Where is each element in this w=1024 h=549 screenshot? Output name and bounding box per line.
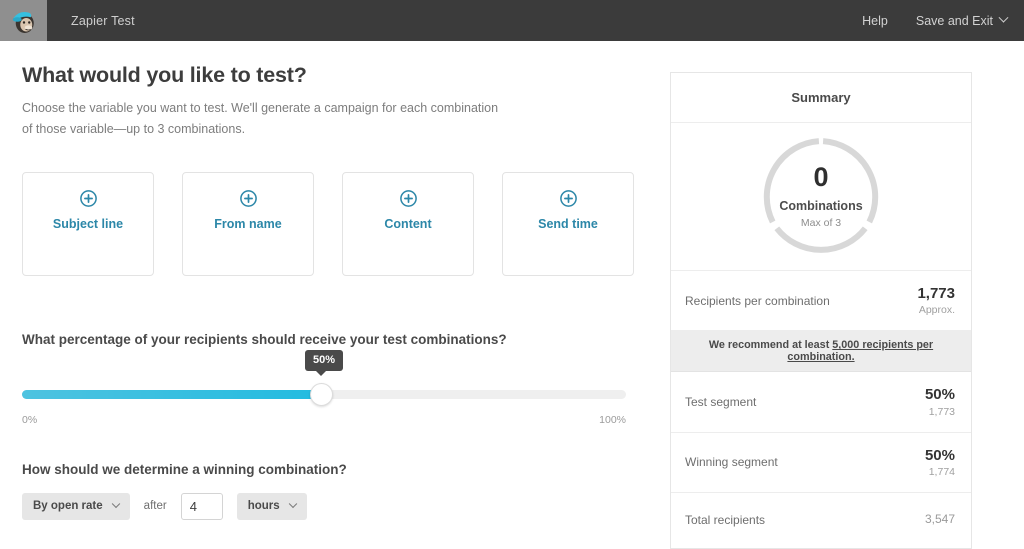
help-label: Help xyxy=(862,13,888,28)
duration-input[interactable] xyxy=(180,492,223,520)
plus-circle-icon xyxy=(399,189,417,207)
summary-panel: Summary 0 Combinations Max of 3 Recipien… xyxy=(670,72,972,549)
combinations-caption: Combinations xyxy=(779,199,863,213)
summary-row-label: Recipients per combination xyxy=(685,293,830,308)
save-and-exit-menu[interactable]: Save and Exit xyxy=(915,12,1009,28)
summary-row-label: Test segment xyxy=(685,394,757,409)
app-title: Zapier Test xyxy=(71,13,135,28)
winner-controls: By open rate after hours xyxy=(22,492,642,520)
summary-row-value: 3,547 xyxy=(924,512,955,527)
plus-circle-icon xyxy=(559,189,577,207)
after-label: after xyxy=(143,500,167,512)
variable-card-label: Content xyxy=(384,216,432,231)
winner-question: How should we determine a winning combin… xyxy=(22,461,347,477)
summary-row-subvalue: 1,774 xyxy=(928,465,955,478)
plus-circle-icon xyxy=(79,189,97,207)
help-link[interactable]: Help xyxy=(862,14,888,28)
variable-card-subject-line[interactable]: Subject line xyxy=(22,171,154,276)
summary-row-value: 50% xyxy=(924,386,955,404)
variable-card-send-time[interactable]: Send time xyxy=(502,171,634,276)
summary-row-value: 1,773 xyxy=(917,285,955,302)
summary-row-subvalue: 1,773 xyxy=(928,405,955,418)
summary-row-test-segment: Test segment 50% 1,773 xyxy=(671,372,971,433)
variable-card-label: From name xyxy=(214,216,282,231)
page-title: What would you like to test? xyxy=(22,63,307,87)
slider-track-fill xyxy=(22,389,324,399)
variable-card-label: Send time xyxy=(538,216,598,231)
top-bar: Zapier Test Help Save and Exit xyxy=(0,0,1024,41)
variable-card-content[interactable]: Content xyxy=(342,171,474,276)
combinations-donut: 0 Combinations Max of 3 xyxy=(671,123,971,271)
chevron-down-icon xyxy=(288,499,297,509)
top-bar-actions: Help Save and Exit xyxy=(862,12,1024,28)
save-and-exit-label: Save and Exit xyxy=(915,13,993,28)
slider-scale: 0% 100% xyxy=(22,414,626,426)
recommendation-banner: We recommend at least 5,000 recipients p… xyxy=(671,331,971,373)
percentage-question: What percentage of your recipients shoul… xyxy=(22,331,507,347)
duration-unit-value: hours xyxy=(247,500,280,512)
variable-cards: Subject line From name Content Send time xyxy=(22,171,642,276)
main-content: What would you like to test? Choose the … xyxy=(22,63,642,520)
slider-min-label: 0% xyxy=(22,413,38,426)
page-subtitle: Choose the variable you want to test. We… xyxy=(22,101,499,136)
combinations-count: 0 xyxy=(813,162,829,192)
mailchimp-freddie-logo[interactable] xyxy=(0,0,47,41)
chevron-down-icon xyxy=(111,499,120,509)
combinations-max-label: Max of 3 xyxy=(800,217,842,229)
summary-row-recipients-per-combination: Recipients per combination 1,773 Approx. xyxy=(671,271,971,332)
summary-heading: Summary xyxy=(671,73,971,123)
summary-row-value: 50% xyxy=(924,446,955,464)
winning-metric-select[interactable]: By open rate xyxy=(22,492,130,520)
plus-circle-icon xyxy=(239,189,257,207)
variable-card-from-name[interactable]: From name xyxy=(182,171,314,276)
slider-value-tooltip: 50% xyxy=(305,349,344,376)
slider-max-label: 100% xyxy=(599,413,626,426)
summary-row-subvalue: Approx. xyxy=(918,304,955,317)
duration-unit-select[interactable]: hours xyxy=(236,492,307,520)
variable-card-label: Subject line xyxy=(52,216,124,231)
recommendation-prefix: We recommend at least xyxy=(708,339,833,352)
winning-metric-value: By open rate xyxy=(33,500,103,512)
summary-row-label: Total recipients xyxy=(685,513,766,528)
slider-handle[interactable] xyxy=(310,382,333,406)
summary-row-label: Winning segment xyxy=(685,455,778,470)
chevron-down-icon xyxy=(998,12,1009,23)
percentage-slider[interactable]: 50% xyxy=(22,349,626,412)
summary-row-winning-segment: Winning segment 50% 1,774 xyxy=(671,433,971,493)
freddie-monkey-icon xyxy=(12,11,34,33)
summary-row-total-recipients: Total recipients 3,547 xyxy=(671,493,971,548)
